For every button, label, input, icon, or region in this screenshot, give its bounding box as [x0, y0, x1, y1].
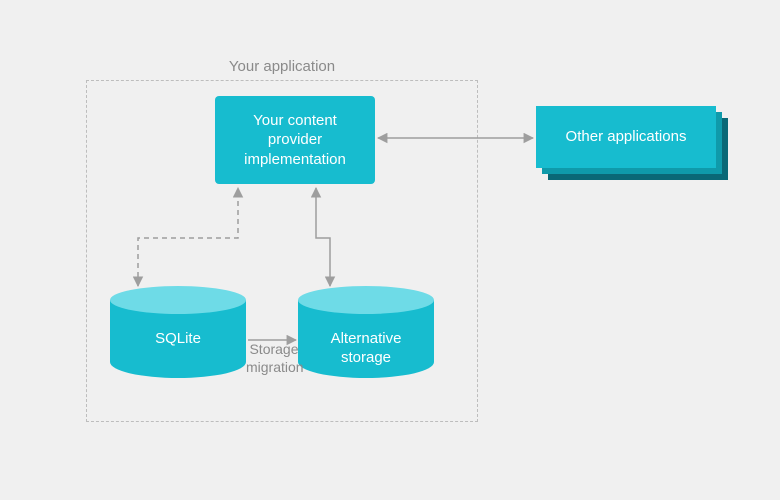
cylinder-top: [298, 286, 434, 314]
diagram-canvas: Your application Your content provider i…: [0, 0, 780, 500]
alt-storage-label: Alternative storage: [298, 330, 434, 368]
content-provider-box: Your content provider implementation: [215, 96, 375, 184]
storage-migration-label: Storage migration: [246, 340, 302, 376]
container-label: Your application: [86, 58, 478, 75]
cylinder-top: [110, 286, 246, 314]
sqlite-label: SQLite: [110, 330, 246, 349]
content-provider-label: Your content provider implementation: [244, 111, 346, 170]
other-apps-label: Other applications: [566, 127, 687, 147]
other-applications-box: Other applications: [536, 106, 716, 168]
